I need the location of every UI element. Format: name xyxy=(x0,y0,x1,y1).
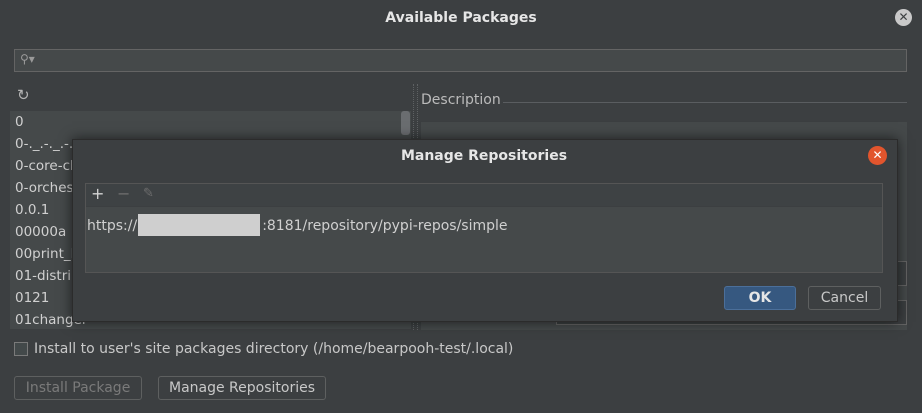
add-icon[interactable]: + xyxy=(91,184,104,203)
dialog-close-icon[interactable]: ✕ xyxy=(868,146,887,165)
install-package-button[interactable]: Install Package xyxy=(14,376,142,400)
remove-icon[interactable]: − xyxy=(117,184,130,203)
site-packages-checkbox[interactable] xyxy=(14,342,28,356)
site-packages-label: Install to user's site packages director… xyxy=(34,341,514,357)
cancel-button[interactable]: Cancel xyxy=(808,286,881,310)
repository-url-prefix: https:// xyxy=(87,218,138,234)
redacted-host xyxy=(138,214,261,236)
refresh-icon[interactable]: ↻ xyxy=(17,86,30,104)
list-scrollbar-thumb[interactable] xyxy=(401,111,410,135)
description-separator xyxy=(503,102,907,103)
list-item[interactable]: 0 xyxy=(10,111,402,133)
dialog-title: Manage Repositories xyxy=(400,148,568,164)
ok-button[interactable]: OK xyxy=(724,286,796,310)
manage-repositories-button[interactable]: Manage Repositories xyxy=(158,376,326,400)
edit-icon[interactable]: ✎ xyxy=(143,186,154,201)
repository-item[interactable]: https:// :8181/repository/pypi-repos/simp… xyxy=(87,214,508,236)
package-list-toolbar xyxy=(10,84,413,110)
window-title: Available Packages xyxy=(385,10,537,26)
search-input[interactable]: ⚲▾ xyxy=(14,49,907,72)
search-icon: ⚲▾ xyxy=(20,52,35,66)
repository-url-suffix: :8181/repository/pypi-repos/simple xyxy=(262,218,508,234)
description-label: Description xyxy=(421,92,501,108)
close-icon[interactable]: ✕ xyxy=(895,9,912,26)
repository-toolbar xyxy=(86,184,882,206)
